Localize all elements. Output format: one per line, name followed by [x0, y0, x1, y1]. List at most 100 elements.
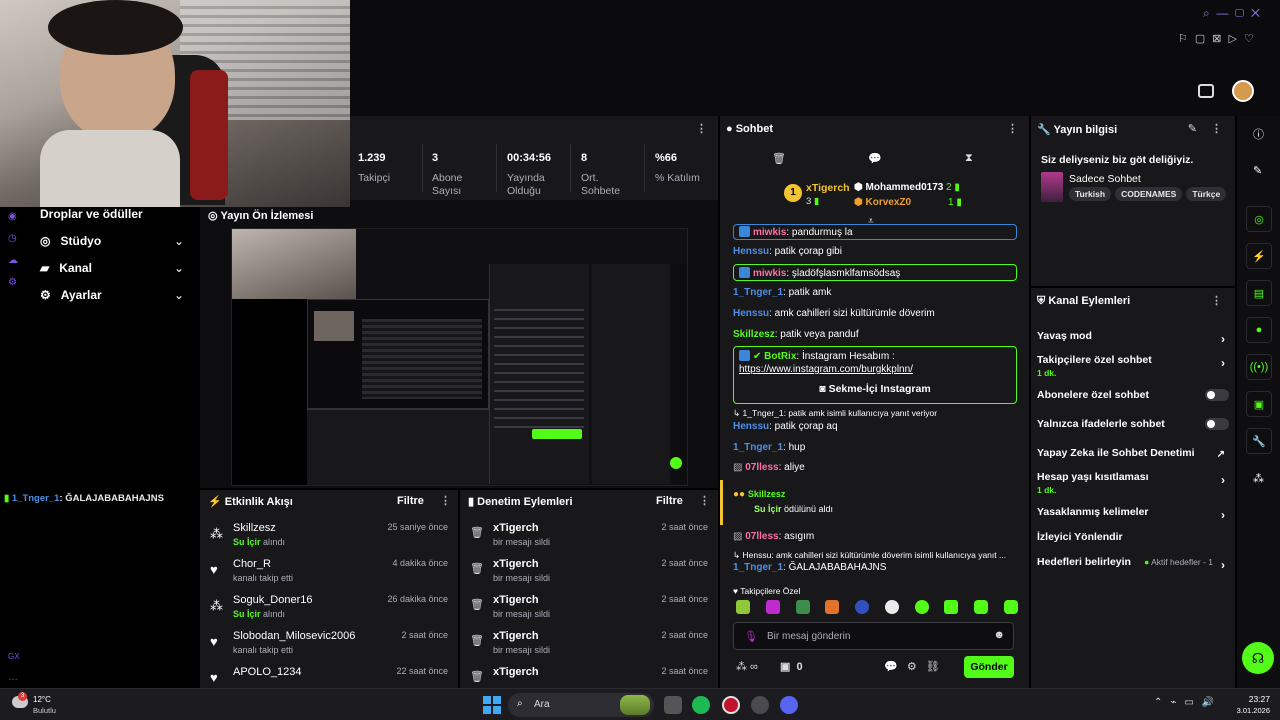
more-icon[interactable]: …	[8, 672, 18, 683]
tag[interactable]: CODENAMES	[1115, 187, 1183, 201]
activity-user[interactable]: Skillzesz	[233, 522, 276, 534]
activity-user[interactable]: APOLO_1234	[233, 666, 302, 678]
camera-icon[interactable]: ◎	[1246, 206, 1272, 232]
moderator-name[interactable]: xTigerch	[493, 594, 539, 606]
layout-icon[interactable]: ▣	[1246, 391, 1272, 417]
nav-studio[interactable]: ◎ Stüdyo	[40, 234, 101, 248]
active-goals-label: ● Aktif hedefler - 1	[1144, 557, 1213, 567]
spotify-icon[interactable]	[692, 696, 710, 714]
info-icon[interactable]: ⓘ	[1253, 126, 1264, 142]
nav-drops[interactable]: Droplar ve ödüller	[40, 207, 143, 221]
moderator-name[interactable]: xTigerch	[493, 522, 539, 534]
moderation-row[interactable]: 🗑 xTigerch bir mesajı sildi 2 saat önce	[470, 594, 708, 628]
emote-bar[interactable]	[736, 600, 1018, 618]
chevron-right-icon: ›	[1221, 473, 1225, 487]
support-icon[interactable]: ☊	[1242, 642, 1274, 674]
taskbar-search[interactable]: ⌕ Ara	[508, 693, 654, 717]
stat-uptime: 00:34:56 Yayında Olduğu	[507, 152, 552, 197]
emoji-icon[interactable]: ☻	[993, 629, 1005, 641]
chat-settings-icons[interactable]: 💬 ⚙ ⛓	[884, 660, 940, 673]
activity-row[interactable]: ♥ Chor_R kanalı takip etti 4 dakika önce	[210, 558, 448, 592]
chevron-down-icon[interactable]: ⌄	[174, 288, 184, 302]
avatar[interactable]	[1232, 80, 1254, 102]
activity-row[interactable]: ⁂ Soguk_Doner16 Su İçir alındı 26 dakika ön…	[210, 594, 448, 628]
clock-time[interactable]: 23:27	[1238, 694, 1270, 704]
app-icon[interactable]	[751, 696, 769, 714]
moderation-row[interactable]: 🗑 xTigerch bir mesajı sildi 2 saat önce	[470, 630, 708, 664]
microphone-icon[interactable]: 🎙	[744, 630, 758, 643]
toolbar-icons[interactable]: ⚐▢⊠▷♡	[1178, 32, 1261, 45]
document-icon[interactable]: ▤	[1246, 280, 1272, 306]
subs-chat-toggle[interactable]	[1205, 389, 1229, 401]
age-restriction-row[interactable]: Hesap yaşı kısıtlaması 1 dk. ›	[1037, 471, 1225, 495]
shield-icon: ⛨	[1037, 295, 1046, 307]
channel-actions-menu-icon[interactable]: ⋮	[1211, 294, 1222, 307]
trash-icon[interactable]: 🗑	[772, 152, 786, 165]
slow-mode-row[interactable]: Yavaş mod ›	[1037, 330, 1225, 346]
moderator-name[interactable]: xTigerch	[493, 666, 539, 678]
moderation-menu-icon[interactable]: ⋮	[699, 494, 710, 507]
opera-gx-icon[interactable]	[722, 696, 740, 714]
task-view-icon[interactable]	[664, 696, 682, 714]
nav-rail-icons[interactable]: ◉ ◷ ☁ ⚙	[8, 206, 18, 288]
heart-icon: ♥	[210, 562, 218, 577]
moderation-filter-button[interactable]: Filtre	[656, 495, 683, 507]
instagram-button[interactable]: ◙ Sekme-İçi Instagram	[739, 383, 1011, 395]
pencil-icon[interactable]: ✎	[1253, 164, 1262, 177]
chat-icon[interactable]: 💬	[868, 152, 882, 165]
stats-menu-icon[interactable]: ⋮	[696, 122, 707, 135]
goals-row[interactable]: Hedefleri belirleyin ● Aktif hedefler - …	[1037, 556, 1225, 572]
followers-chat-row[interactable]: Takipçilere özel sohbet 1 dk. ›	[1037, 354, 1225, 378]
tag-list: Turkish CODENAMES Türkçe	[1069, 187, 1227, 201]
theater-mode-icon[interactable]	[1198, 84, 1214, 98]
chevron-down-icon[interactable]: ⌄	[174, 234, 184, 248]
lightning-icon[interactable]: ⚡	[1246, 243, 1272, 269]
activity-row[interactable]: ♥ Slobodan_Milosevic2006 kanalı takip etti…	[210, 630, 448, 664]
broadcast-icon[interactable]: ((•))	[1246, 354, 1272, 380]
chat-menu-icon[interactable]: ⋮	[1007, 122, 1018, 135]
activity-row[interactable]: ⁂ Skillzesz Su İçir alındı 25 saniye önce	[210, 522, 448, 556]
windows-start-icon[interactable]	[483, 696, 501, 714]
reward-icon[interactable]: ⁂	[1253, 472, 1264, 485]
chat-icon[interactable]: ●	[1246, 317, 1272, 343]
tag[interactable]: Turkish	[1069, 187, 1112, 201]
instagram-link[interactable]: https://www.instagram.com/burgkkplnn/	[739, 364, 1011, 375]
nav-channel[interactable]: ▰ Kanal	[40, 261, 92, 275]
wrench-icon[interactable]: 🔧	[1246, 428, 1272, 454]
window-controls[interactable]: ⌕ — ▢ ✕	[1203, 6, 1260, 21]
system-tray-icons[interactable]: ⌃⌁▭🔊	[1154, 697, 1222, 708]
tag[interactable]: Türkçe	[1186, 187, 1227, 201]
stream-category[interactable]: Sadece Sohbet	[1069, 173, 1141, 185]
send-button[interactable]: Gönder	[964, 656, 1014, 678]
stream-info-menu-icon[interactable]: ⋮	[1211, 122, 1222, 135]
hourglass-icon[interactable]: ⧗	[965, 152, 973, 165]
preview-video[interactable]	[231, 228, 688, 486]
ai-moderation-row[interactable]: Yapay Zeka ile Sohbet Denetimi ↗	[1037, 447, 1225, 460]
clock-date[interactable]: 3.01.2026	[1226, 706, 1270, 715]
moderator-name[interactable]: xTigerch	[493, 558, 539, 570]
moderator-name[interactable]: xTigerch	[493, 630, 539, 642]
edit-icon[interactable]: ✎	[1188, 122, 1197, 135]
reward-message: ●● Skillzesz Su İçir ödülünü aldı	[733, 489, 834, 514]
moderation-row[interactable]: 🗑 xTigerch bir mesajı sildi 2 saat önce	[470, 522, 708, 556]
activity-user[interactable]: Soguk_Doner16	[233, 594, 313, 606]
chevron-down-icon[interactable]: ⌄	[174, 261, 184, 275]
emote-chat-toggle[interactable]	[1205, 418, 1229, 430]
channel-actions-title: ⛨ Kanal Eylemleri	[1037, 295, 1131, 307]
leaderboard-first-badge: 1	[784, 184, 802, 202]
activity-user[interactable]: Slobodan_Milosevic2006	[233, 630, 355, 642]
banned-words-row[interactable]: Yasaklanmış kelimeler ›	[1037, 506, 1225, 522]
nav-settings[interactable]: ⚙ Ayarlar	[40, 288, 102, 302]
reward-points-icon[interactable]: ⁂ ∞	[736, 660, 758, 673]
chat-message: 1_Tnger_1: ĞALAJABABAHAJNS	[733, 562, 887, 573]
activity-user[interactable]: Chor_R	[233, 558, 271, 570]
discord-icon[interactable]	[780, 696, 798, 714]
activity-filter-button[interactable]: Filtre	[397, 495, 424, 507]
activity-menu-icon[interactable]: ⋮	[440, 494, 451, 507]
viewer-redirect-row[interactable]: İzleyici Yönlendir	[1037, 531, 1225, 543]
leader-1-count: 3 ▮	[806, 196, 820, 207]
moderation-row[interactable]: 🗑 xTigerch bir mesajı sildi 2 saat önce	[470, 558, 708, 592]
leader-1: xTigerch	[806, 182, 850, 194]
chat-input[interactable]: 🎙 Bir mesaj gönderin ☻	[733, 622, 1014, 650]
channel-actions-panel: ⛨ Kanal Eylemleri ⋮ Yavaş mod › Takipçile…	[1031, 288, 1235, 688]
